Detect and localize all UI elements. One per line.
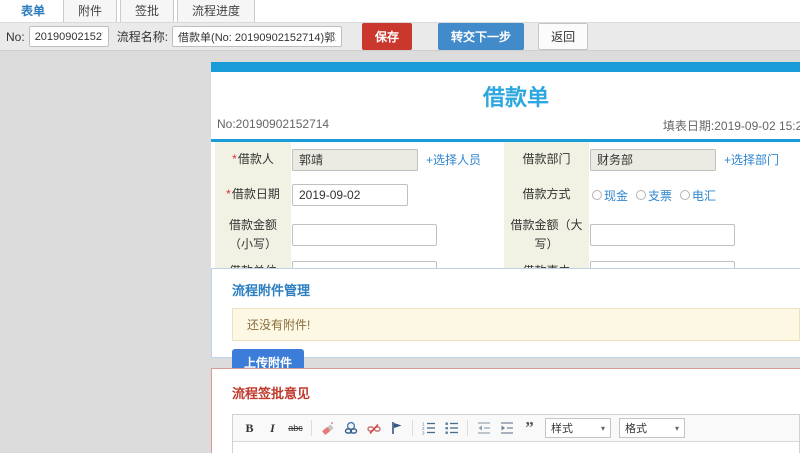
panel-top-bar <box>211 62 800 72</box>
loan-method-radio-group: 现金 支票 电汇 <box>592 187 716 204</box>
editor-content-area[interactable] <box>233 442 799 453</box>
toolbar-divider <box>412 420 413 436</box>
tab-attachments[interactable]: 附件 <box>63 0 118 22</box>
attachments-panel: 流程附件管理 还没有附件! 上传附件 <box>211 268 800 376</box>
strikethrough-icon[interactable]: abc <box>288 420 303 436</box>
bold-icon[interactable]: B <box>242 420 257 436</box>
editor-toolbar: B I abc 1 2 3 ” 样式 ▾ 格式 ▾ <box>233 415 799 442</box>
italic-icon[interactable]: I <box>265 420 280 436</box>
forward-next-step-button[interactable]: 转交下一步 <box>438 23 525 50</box>
loan-form-grid: *借款人 +选择人员 借款部门 +选择部门 *借款日期 借款方式 现金 <box>211 142 800 287</box>
form-date-text: 填表日期:2019-09-02 15:27:1 <box>662 119 800 133</box>
tab-process-progress[interactable]: 流程进度 <box>177 0 256 22</box>
outdent-icon[interactable] <box>476 420 491 436</box>
loan-method-label: 借款方式 <box>504 177 589 213</box>
loan-date-input[interactable] <box>292 184 408 206</box>
borrower-label: *借款人 <box>215 142 291 177</box>
department-label: 借款部门 <box>504 142 589 177</box>
chevron-down-icon: ▾ <box>600 423 605 433</box>
form-no-text: No:20190902152714 <box>217 117 330 131</box>
toolbar: No: 流程名称: 保存 转交下一步 返回 <box>0 22 800 51</box>
anchor-flag-icon[interactable] <box>389 420 404 436</box>
process-name-label: 流程名称: <box>116 30 169 44</box>
loan-form-panel: 借款单 No:20190902152714 填表日期:2019-09-02 15… <box>211 62 800 294</box>
approval-comments-panel: 流程签批意见 B I abc 1 2 3 ” 样式 ▾ 格式 ▾ <box>211 368 800 453</box>
page-title: 借款单 <box>482 85 549 110</box>
radio-wire-transfer[interactable]: 电汇 <box>680 187 716 204</box>
amount-lowercase-label: 借款金额（小写） <box>215 213 291 257</box>
department-input[interactable] <box>590 148 716 171</box>
tab-approval[interactable]: 签批 <box>120 0 175 22</box>
numbered-list-icon[interactable]: 1 2 3 <box>421 420 436 436</box>
no-label: No: <box>6 29 25 44</box>
radio-icon[interactable] <box>636 190 647 200</box>
bulleted-list-icon[interactable] <box>444 420 459 436</box>
chevron-down-icon: ▾ <box>674 423 679 433</box>
format-dropdown[interactable]: 格式 ▾ <box>619 418 685 438</box>
remove-format-icon[interactable] <box>320 420 335 436</box>
radio-cheque[interactable]: 支票 <box>636 187 672 204</box>
tab-strip: 表单 附件 签批 流程进度 <box>0 0 800 22</box>
borrower-input[interactable] <box>292 148 418 171</box>
back-button[interactable]: 返回 <box>538 23 589 50</box>
unlink-icon[interactable] <box>366 420 381 436</box>
radio-cash[interactable]: 现金 <box>592 187 628 204</box>
svg-text:3: 3 <box>422 431 425 436</box>
select-department-link[interactable]: +选择部门 <box>724 151 779 168</box>
radio-icon[interactable] <box>592 190 602 200</box>
radio-icon[interactable] <box>680 190 691 200</box>
indent-icon[interactable] <box>499 420 514 436</box>
process-name-input[interactable] <box>172 26 343 47</box>
save-button[interactable]: 保存 <box>362 23 413 50</box>
approval-title: 流程签批意见 <box>232 386 311 401</box>
styles-dropdown[interactable]: 样式 ▾ <box>545 418 611 438</box>
link-icon[interactable] <box>343 420 358 436</box>
no-input[interactable] <box>28 26 109 47</box>
amount-lowercase-input[interactable] <box>292 224 437 246</box>
no-attachments-alert: 还没有附件! <box>232 308 800 341</box>
attachments-title: 流程附件管理 <box>232 283 311 298</box>
rich-text-editor: B I abc 1 2 3 ” 样式 ▾ 格式 ▾ <box>232 414 800 453</box>
loan-date-label: *借款日期 <box>215 177 291 213</box>
toolbar-divider <box>467 420 468 436</box>
amount-uppercase-label: 借款金额（大写） <box>504 213 589 257</box>
amount-uppercase-input[interactable] <box>590 224 735 246</box>
select-person-link[interactable]: +选择人员 <box>426 151 481 168</box>
blockquote-icon[interactable]: ” <box>522 419 537 436</box>
toolbar-divider <box>311 420 312 436</box>
tab-form[interactable]: 表单 <box>6 0 61 22</box>
